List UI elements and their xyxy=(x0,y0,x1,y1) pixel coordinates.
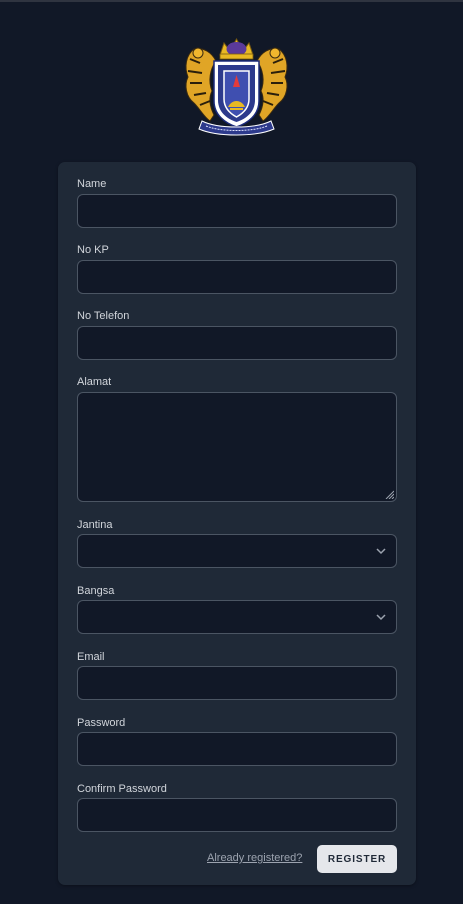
no-kp-label: No KP xyxy=(77,244,109,256)
register-button[interactable]: REGISTER xyxy=(317,845,397,873)
name-label: Name xyxy=(77,178,107,190)
no-telefon-input[interactable] xyxy=(77,326,397,360)
password-label: Password xyxy=(77,717,126,729)
confirm-password-label: Confirm Password xyxy=(77,783,167,795)
bangsa-select[interactable] xyxy=(77,600,397,634)
jantina-label: Jantina xyxy=(77,519,113,531)
register-form: Name No KP No Telefon Alamat Jantina Ban… xyxy=(58,162,416,885)
email-label: Email xyxy=(77,651,105,663)
confirm-password-input[interactable] xyxy=(77,798,397,832)
chevron-down-icon xyxy=(376,614,386,621)
no-kp-input[interactable] xyxy=(77,260,397,294)
jantina-select[interactable] xyxy=(77,534,397,568)
left-tiger-icon xyxy=(185,47,217,122)
right-tiger-icon xyxy=(256,47,288,122)
resize-handle-icon[interactable] xyxy=(384,489,394,499)
top-border xyxy=(0,0,463,2)
alamat-textarea[interactable] xyxy=(77,392,397,502)
crest-logo-icon xyxy=(185,37,288,136)
shield-icon xyxy=(213,60,260,128)
password-input[interactable] xyxy=(77,732,397,766)
crown-icon xyxy=(219,37,254,60)
chevron-down-icon xyxy=(376,548,386,555)
bangsa-label: Bangsa xyxy=(77,585,115,597)
already-registered-link[interactable]: Already registered? xyxy=(207,852,302,864)
name-input[interactable] xyxy=(77,194,397,228)
email-input[interactable] xyxy=(77,666,397,700)
alamat-label: Alamat xyxy=(77,376,112,388)
no-telefon-label: No Telefon xyxy=(77,310,130,322)
